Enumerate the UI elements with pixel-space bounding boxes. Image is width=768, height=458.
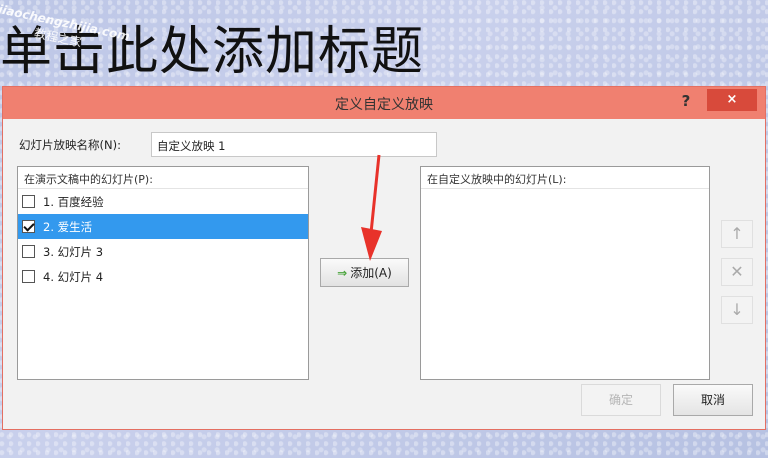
move-down-button[interactable]: ↓	[721, 296, 753, 324]
custom-show-dialog: 定义自定义放映 ? × 幻灯片放映名称(N): 自定义放映 1 在演示文稿中的幻…	[2, 86, 766, 430]
slide-checkbox[interactable]	[22, 245, 35, 258]
slide-checkbox-checked[interactable]	[22, 220, 35, 233]
slide-list-item[interactable]: 3. 幻灯片 3	[18, 239, 308, 264]
cancel-button[interactable]: 取消	[673, 384, 753, 416]
close-button[interactable]: ×	[707, 89, 757, 111]
presentation-slides-list[interactable]: 在演示文稿中的幻灯片(P): 1. 百度经验 2. 爱生活 3. 幻灯片 3 4…	[17, 166, 309, 380]
help-button[interactable]: ?	[677, 92, 695, 114]
move-up-button[interactable]: ↑	[721, 220, 753, 248]
slide-item-label: 2. 爱生活	[43, 219, 93, 234]
dialog-titlebar[interactable]: 定义自定义放映 ? ×	[3, 87, 765, 119]
slide-item-label: 1. 百度经验	[43, 194, 104, 209]
custom-show-slides-list[interactable]: 在自定义放映中的幻灯片(L):	[420, 166, 710, 380]
slide-item-label: 3. 幻灯片 3	[43, 244, 104, 259]
slide-checkbox[interactable]	[22, 195, 35, 208]
annotation-arrow-icon	[361, 154, 382, 261]
add-arrow-icon: ⇒	[337, 265, 348, 280]
slide-list-item[interactable]: 4. 幻灯片 4	[18, 264, 308, 289]
slide-list-item[interactable]: 1. 百度经验	[18, 189, 308, 214]
slide-list-item-selected[interactable]: 2. 爱生活	[18, 214, 308, 239]
remove-button[interactable]: ✕	[721, 258, 753, 286]
custom-show-slides-header: 在自定义放映中的幻灯片(L):	[421, 167, 709, 189]
slide-checkbox[interactable]	[22, 270, 35, 283]
show-name-label: 幻灯片放映名称(N):	[19, 138, 121, 152]
show-name-input[interactable]: 自定义放映 1	[151, 132, 437, 157]
presentation-slides-header: 在演示文稿中的幻灯片(P):	[18, 167, 308, 189]
dialog-title: 定义自定义放映	[335, 97, 433, 113]
ok-button[interactable]: 确定	[581, 384, 661, 416]
add-button-label: 添加(A)	[350, 266, 392, 280]
slide-item-label: 4. 幻灯片 4	[43, 269, 104, 284]
